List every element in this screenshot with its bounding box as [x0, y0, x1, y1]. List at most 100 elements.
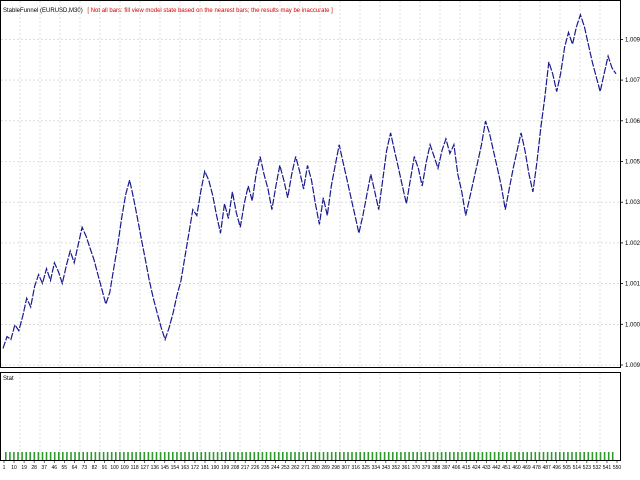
stat-bar [318, 452, 321, 460]
stat-bar [188, 452, 190, 460]
x-tick-label: 109 [120, 465, 129, 471]
stat-bar [510, 452, 512, 460]
stat-bar [184, 452, 186, 460]
stat-bar [396, 452, 398, 460]
stat-bar [180, 452, 182, 460]
x-tick-label: 244 [271, 465, 280, 471]
stat-bar [339, 452, 341, 460]
x-tick-label: 235 [261, 465, 270, 471]
stat-bar [379, 452, 382, 460]
stat-bar [102, 452, 105, 460]
stat-bar [567, 452, 569, 460]
stat-bar [119, 452, 121, 460]
stat-bar [367, 452, 370, 460]
y-tick-label: 1.00647 [625, 119, 640, 125]
stat-bar [432, 452, 435, 460]
stat-bar [371, 452, 374, 460]
stat-bar [233, 452, 235, 460]
subwindow-title: Stat [3, 376, 14, 382]
x-tick-label: 154 [171, 465, 180, 471]
x-tick-label: 343 [382, 465, 391, 471]
stat-bar [428, 452, 431, 460]
x-tick-label: 514 [573, 465, 582, 471]
stat-bar [286, 452, 288, 460]
x-tick-label: 541 [603, 465, 612, 471]
x-tick-label: 550 [613, 465, 622, 471]
stat-bar [265, 452, 268, 460]
stat-bar [326, 452, 329, 460]
stat-bar [546, 452, 549, 460]
stat-bar [334, 452, 337, 460]
stat-bar [501, 452, 504, 460]
x-tick-label: 307 [342, 465, 351, 471]
stat-bar [225, 452, 227, 460]
stat-bar [489, 452, 492, 460]
stat-bar [273, 452, 276, 460]
x-tick-label: 451 [502, 465, 511, 471]
y-tick-label: 1.00131 [625, 282, 640, 288]
y-tick-label: 1.00260 [625, 241, 640, 247]
stat-bar [53, 452, 56, 460]
stat-bar [440, 452, 443, 460]
stat-bar [575, 452, 577, 460]
x-tick-label: 226 [251, 465, 260, 471]
stat-bar [21, 452, 23, 460]
stat-bar [196, 452, 198, 460]
stat-bar [159, 452, 162, 460]
x-tick-label: 442 [492, 465, 501, 471]
main-grid [1, 1, 620, 367]
stat-bar [412, 452, 414, 460]
x-tick-label: 136 [151, 465, 160, 471]
stat-bar [282, 452, 284, 460]
stat-bar [534, 452, 537, 460]
x-tick-label: 298 [331, 465, 340, 471]
stat-bar [607, 452, 610, 460]
stat-bar [115, 452, 117, 460]
stat-bar [343, 452, 345, 460]
stat-bar [514, 452, 516, 460]
stat-bar [469, 452, 471, 460]
stat-bar [127, 452, 129, 460]
x-tick-label: 10 [11, 465, 17, 471]
stat-bar [78, 452, 80, 460]
stat-bar [135, 452, 137, 460]
sub-grid [19, 373, 601, 460]
stat-bar [29, 452, 31, 460]
stat-bar [74, 452, 76, 460]
main-frame [0, 0, 621, 368]
x-tick-label: 118 [131, 465, 139, 471]
stat-bar [538, 452, 541, 460]
stat-bar [595, 452, 598, 460]
x-tick-label: 262 [291, 465, 300, 471]
stat-bar [192, 452, 194, 460]
x-tick-label: 37 [41, 465, 47, 471]
y-tick-label: 1.00002 [625, 322, 640, 328]
price-series-line [2, 12, 617, 349]
stat-bar [518, 452, 520, 460]
chart-canvas[interactable]: 1.00994 1.00002 1.00131 1.00260 1.00389 1.005… [0, 0, 640, 480]
stat-bar [522, 452, 524, 460]
stat-bar [110, 452, 113, 460]
x-tick-label: 271 [301, 465, 310, 471]
stat-bar [530, 452, 533, 460]
x-tick-label: 199 [221, 465, 230, 471]
stat-bar [216, 452, 219, 460]
stat-bar [506, 452, 508, 460]
stat-bar [253, 452, 256, 460]
stat-bar [363, 452, 366, 460]
stat-bar [269, 452, 272, 460]
stat-bar [212, 452, 215, 460]
stat-bar [241, 452, 243, 460]
stat-bar [139, 452, 141, 460]
stat-bar [277, 452, 280, 460]
stat-bar [542, 452, 545, 460]
stat-bar [302, 452, 304, 460]
stat-bar [70, 452, 72, 460]
x-tick-label: 217 [241, 465, 250, 471]
stat-bar [66, 452, 68, 460]
x-tick-label: 316 [352, 465, 361, 471]
stat-bar [58, 452, 60, 460]
x-tick-label: 496 [553, 465, 562, 471]
stat-bar [383, 452, 386, 460]
stat-bar [229, 452, 231, 460]
